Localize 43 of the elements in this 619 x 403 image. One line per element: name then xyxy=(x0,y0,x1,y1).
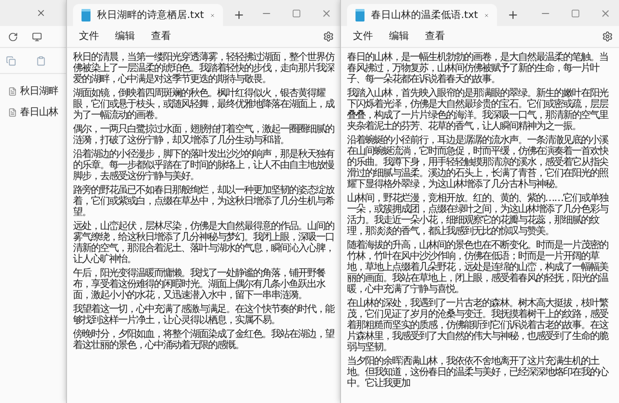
file-tab[interactable]: 春日山林的温柔低语.txt xyxy=(347,4,497,26)
paragraph: 偶尔，一两只白鹭掠过水面，翅膀拍打着空气，激起一圈圈细腻的涟漪，打破了这份宁静，却又增添了几分生动与和谐。 xyxy=(73,124,334,146)
paragraph: 秋日的清晨，当第一缕阳光穿透薄雾，轻轻拂过湖面，整个世界仿佛被染上了一层温柔的琥珀色。我踏着轻快的步伐，走向那片我深爱的湖畔，心中满是对这季节更迭的期待与敬畏。 xyxy=(73,52,334,85)
file-icon xyxy=(8,87,17,96)
paragraph: 随着海拔的升高，山林间的景色也在不断变化。时而是一片茂密的竹林，竹叶在风中沙沙作响，仿佛在低语；时而是一片开阔的草地，草地上点缀着几朵野花，远处是连绵的山峦，构成了一幅幅美丽的画面。我站在草地上，闭上眼，感受着春风的轻抚，阳光的温暖，心中充满了宁静与喜悦。 xyxy=(347,240,610,295)
menu-item[interactable]: 查看 xyxy=(145,27,177,46)
paragraph: 春日的山林，是一幅生机勃勃的画卷，是大自然最温柔的笔触。当春风拂过，万物复苏，山林间仿佛被赋予了新的生命，每一片叶子、每一朵花都在诉说着春天的故事。 xyxy=(347,52,609,85)
maximize-icon[interactable] xyxy=(292,8,301,18)
close-icon[interactable] xyxy=(600,8,611,18)
paragraph: 山林间，野花烂漫，竞相开放。红的、黄的、紫的……它们或单独一朵，或簇拥成团，点缀在绿叶之间，为这山林增添了几分色彩与活力。我走近一朵小花，细细观察它的花瓣与花蕊，那细腻的纹理，那淡淡的香气，都让我感到无比的惊叹与赞美。 xyxy=(347,193,610,237)
paragraph: 沿着蜿蜒的小径前行，耳边是潺潺的流水声。一条清澈见底的小溪在山间蜿蜒流淌，它时而急促，时而平缓，仿佛在演奏着一首欢快的乐曲。我蹲下身，用手轻轻触摸那清凉的溪水，感受着它从指尖滑过的细腻与温柔。溪边的石头上，长满了青苔，它们在阳光的照耀下显得格外翠绿，为这山林增添了几分古朴与神秘。 xyxy=(347,135,610,190)
monitor-icon[interactable] xyxy=(32,32,42,42)
menu-item[interactable]: 文件 xyxy=(73,27,105,46)
paragraph: 路旁的野花虽已不如春日那般绚烂，却以一种更加坚韧的姿态绽放着，它们或紫或白，点缀在草丛中，为这秋日增添了几分生机与希望。 xyxy=(73,185,334,218)
file-icon xyxy=(8,108,17,117)
menu-item[interactable]: 编辑 xyxy=(109,27,141,46)
refresh-icon[interactable] xyxy=(8,32,18,42)
settings-icon[interactable] xyxy=(602,31,613,42)
new-tab-icon[interactable] xyxy=(507,9,519,21)
maximize-icon[interactable] xyxy=(571,8,580,18)
paragraph: 我望着这一切，心中充满了感激与满足。在这个快节奏的时代，能够找到这样一片净土，让心灵得以栖息，实属不易。 xyxy=(73,304,334,326)
paragraph: 午后，阳光变得温暖而慵懒。我找了一处静谧的角落，铺开野餐布，享受着这份难得的闲暇时光。湖面上偶尔有几条小鱼跃出水面，激起小小的水花，又迅速潜入水中，留下一串串涟漪。 xyxy=(73,268,326,301)
paragraph: 在山林的深处，我遇到了一片古老的森林。树木高大挺拔，枝叶繁茂，它们见证了岁月的沧桑与变迁。我抚摸着树干上的纹路，感受着那粗糙而坚实的质感，仿佛能听到它们诉说着古老的故事。在这片森林里，我感受到了大自然的伟大与神秘，也感受到了生命的脆弱与坚韧。 xyxy=(347,298,610,353)
notepad-icon xyxy=(81,8,91,22)
paragraph: 湖面如镜，倒映着四周斑斓的秋色。枫叶红得似火，银杏黄得耀眼，它们或悬于枝头，或随风轻舞，最终优雅地降落在湖面上，成为了一幅流动的画卷。 xyxy=(73,88,334,121)
paste-icon[interactable] xyxy=(36,56,46,66)
paragraph: 傍晚时分，夕阳如血，将整个湖面染成了金红色。我站在湖边，望着这壮丽的景色，心中涌动着无限的感慨。 xyxy=(73,329,334,351)
new-tab-icon[interactable] xyxy=(233,9,245,21)
close-tab-icon[interactable] xyxy=(36,8,46,18)
copy-icon[interactable] xyxy=(6,56,16,66)
menu-item[interactable]: 文件 xyxy=(347,27,379,46)
menu-item[interactable]: 查看 xyxy=(419,27,451,46)
notepad-icon xyxy=(355,8,365,22)
paragraph: 沿着湖边的小径漫步，脚下的落叶发出沙沙的响声，那是秋天独有的乐章。每一步都似乎踏在了时间的脉络上，让人不由自主地放慢脚步，去感受这份宁静与美好。 xyxy=(73,149,334,182)
paragraph: 当夕阳的余晖洒满山林，我依依不舍地离开了这片充满生机的土地。但我知道，这份春日的温柔与美好，已经深深地烙印在我的心中。它让我更加 xyxy=(347,356,610,389)
close-icon[interactable] xyxy=(321,8,332,18)
menu-item[interactable]: 编辑 xyxy=(383,27,415,46)
file-tab[interactable]: 秋日湖畔的诗意栖居.txt xyxy=(73,4,223,26)
file-item[interactable]: 秋日湖畔 xyxy=(8,84,66,99)
paragraph: 我踏入山林，首先映入眼帘的是那满眼的翠绿。新生的嫩叶在阳光下闪烁着光泽，仿佛是大自然最珍贵的宝石。它们或密或疏，层层叠叠，构成了一片片绿色的海洋。我深吸一口气，那清新的空气里夹杂着泥土的芬芳、花草的香气，让人瞬间精神为之一振。 xyxy=(347,88,610,132)
paragraph: 远处，山峦起伏，层林尽染，仿佛是大自然最得意的作品。山间的雾气缭绕，给这秋日增添了几分神秘与梦幻。我闭上眼，深吸一口清新的空气，那混合着泥土、落叶与湖水的气息，瞬间沁入心脾，让人心旷神怡。 xyxy=(73,221,334,265)
file-item[interactable]: 春日山林 xyxy=(8,105,66,120)
settings-icon[interactable] xyxy=(323,31,334,42)
